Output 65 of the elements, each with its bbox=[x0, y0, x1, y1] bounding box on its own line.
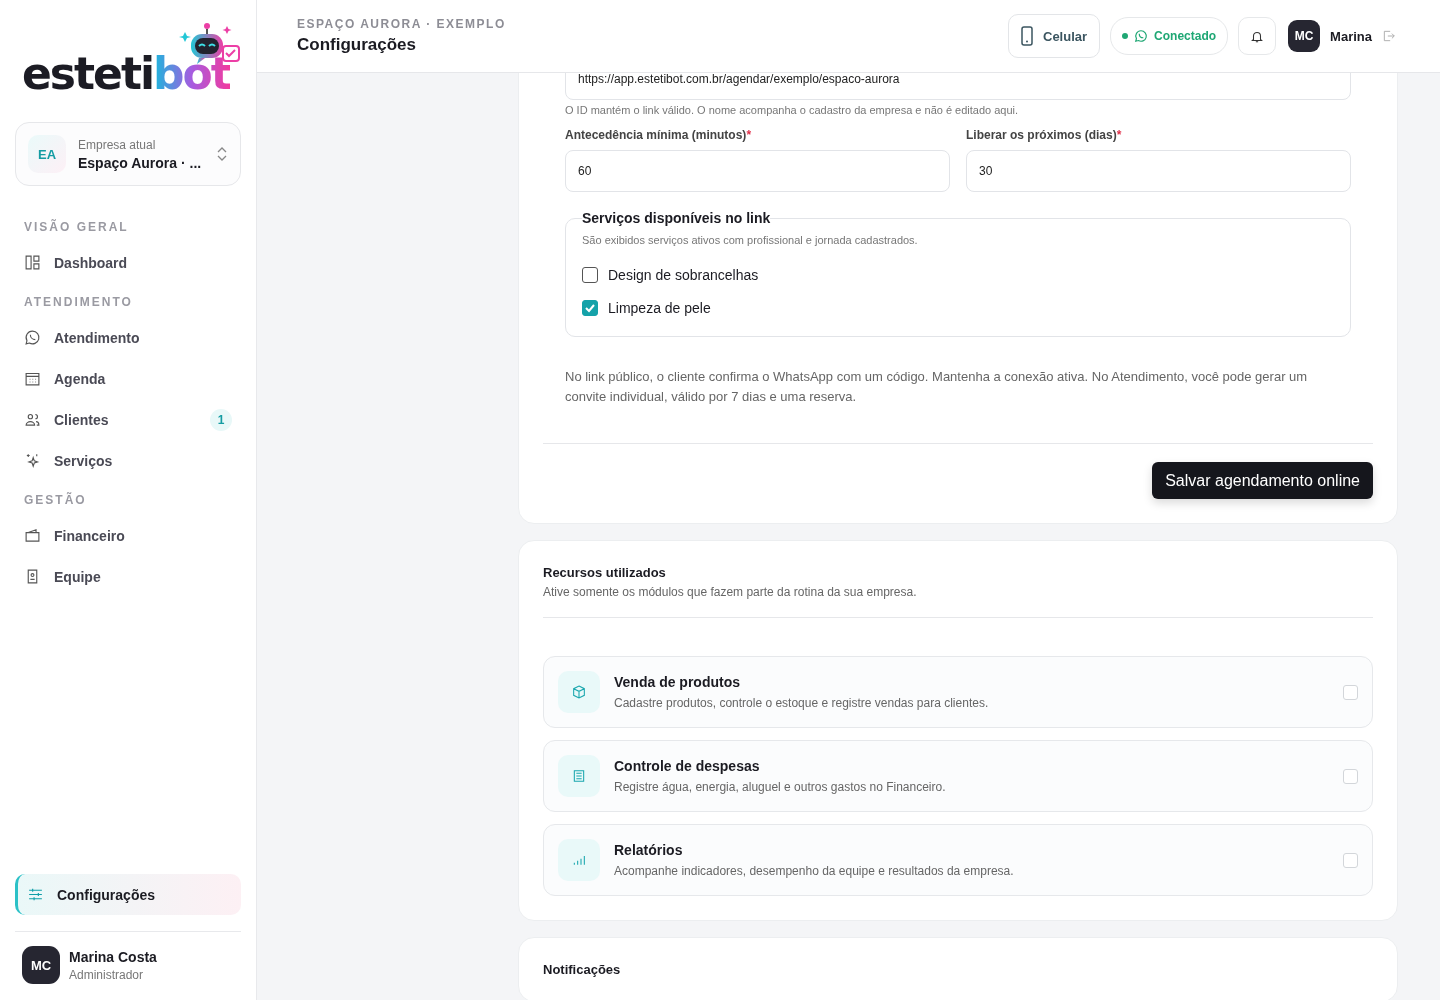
module-card[interactable]: Venda de produtos Cadastre produtos, controle o estoque e registre vendas para clientes. bbox=[543, 656, 1373, 728]
save-button[interactable]: Salvar agendamento online bbox=[1152, 462, 1373, 499]
nav-item[interactable]: Agenda bbox=[15, 358, 241, 399]
sliders-icon bbox=[27, 886, 44, 903]
module-card[interactable]: Controle de despesas Registre água, energia, aluguel e outros gastos no Financeiro. bbox=[543, 740, 1373, 812]
nav-item[interactable]: Dashboard bbox=[15, 242, 241, 283]
count-badge: 1 bbox=[210, 408, 232, 431]
checkbox[interactable] bbox=[582, 299, 598, 316]
company-avatar: EA bbox=[28, 135, 66, 173]
services-help-text: São exibidos serviços ativos com profissional e jornada cadastrados. bbox=[582, 234, 919, 246]
module-description: Acompanhe indicadores, desempenho da equipe e resultados da empresa. bbox=[614, 864, 1015, 878]
list-icon bbox=[571, 768, 587, 784]
nav-section-title: VISÃO GERAL bbox=[23, 218, 130, 236]
whatsapp-icon bbox=[24, 329, 41, 346]
calendar-icon bbox=[24, 370, 41, 387]
logout-icon[interactable] bbox=[1382, 29, 1396, 43]
module-card[interactable]: Relatórios Acompanhe indicadores, desempenho da equipe e resultados da empresa. bbox=[543, 824, 1373, 896]
field-label: Liberar os próximos (dias)* bbox=[966, 128, 1123, 142]
module-title: Relatórios bbox=[614, 842, 684, 858]
module-title: Venda de produtos bbox=[614, 674, 741, 690]
chevron-up-down-icon bbox=[216, 146, 228, 162]
info-text: No link público, o cliente confirma o WhatsApp com um código. Mantenha a conexão ativa. No Atendimento, você pode gerar um convite individual, válido por 7 dias e uma reserva. bbox=[565, 368, 1309, 406]
nav-section-title: GESTÃO bbox=[23, 491, 88, 509]
module-title: Controle de despesas bbox=[614, 758, 761, 774]
nav-item[interactable]: Serviços bbox=[15, 440, 241, 481]
phone-icon bbox=[1021, 26, 1033, 46]
user-role: Administrador bbox=[69, 967, 145, 982]
module-description: Registre água, energia, aluguel e outros gastos no Financeiro. bbox=[614, 780, 947, 794]
link-help-text: O ID mantém o link válido. O nome acompanha o cadastro da empresa e não é editado aqui. bbox=[565, 104, 1020, 116]
user-avatar: MC bbox=[1288, 20, 1321, 52]
wallet-icon bbox=[24, 527, 41, 544]
field-label: Antecedência mínima (minutos)* bbox=[565, 128, 753, 142]
nav-item[interactable]: Clientes 1 bbox=[15, 399, 241, 440]
section-title: Notificações bbox=[543, 962, 622, 977]
user-name: Marina Costa bbox=[69, 948, 158, 965]
company-name: Espaço Aurora · ... bbox=[78, 154, 203, 171]
group-legend: Serviços disponíveis no link bbox=[582, 210, 771, 226]
notifications-button[interactable] bbox=[1238, 17, 1277, 55]
device-button[interactable]: Celular bbox=[1008, 14, 1101, 58]
section-title: Recursos utilizados bbox=[543, 565, 667, 580]
checkbox-label: Design de sobrancelhas bbox=[608, 266, 759, 283]
company-selector[interactable]: EA Empresa atual Espaço Aurora · ... bbox=[15, 122, 241, 186]
nav-item[interactable]: Equipe bbox=[15, 556, 241, 597]
dashboard-icon bbox=[24, 254, 41, 271]
status-label: Conectado bbox=[1154, 29, 1217, 43]
breadcrumb: ESPAÇO AURORA · EXEMPLO bbox=[297, 17, 506, 31]
section-subtitle: Ative somente os módulos que fazem parte da rotina da sua empresa. bbox=[543, 585, 918, 599]
checkbox[interactable] bbox=[582, 266, 598, 283]
module-description: Cadastre produtos, controle o estoque e registre vendas para clientes. bbox=[614, 696, 990, 710]
users-icon bbox=[24, 411, 41, 428]
nav-item[interactable]: Atendimento bbox=[15, 317, 241, 358]
nav-item[interactable]: Configurações bbox=[15, 874, 241, 915]
checkbox-label: Limpeza de pele bbox=[608, 299, 711, 316]
box-icon bbox=[571, 684, 587, 700]
nav-section-title: ATENDIMENTO bbox=[23, 294, 134, 311]
company-label: Empresa atual bbox=[78, 137, 157, 152]
whatsapp-icon bbox=[1134, 29, 1149, 43]
number-field[interactable]: 30 bbox=[966, 150, 1351, 192]
page-title: Configurações bbox=[297, 35, 418, 55]
user-name: Marina bbox=[1330, 28, 1372, 44]
sparkle-icon bbox=[24, 452, 41, 469]
nav-item[interactable]: Financeiro bbox=[15, 515, 241, 556]
number-field[interactable]: 60 bbox=[565, 150, 950, 192]
user-avatar: MC bbox=[22, 946, 60, 984]
link-field[interactable]: https://app.estetibot.com.br/agendar/exemplo/espaco-aurora bbox=[565, 73, 1351, 100]
